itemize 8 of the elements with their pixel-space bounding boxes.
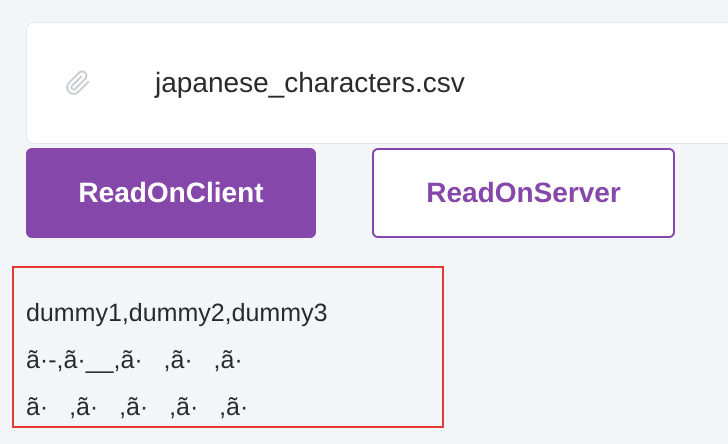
file-name: japanese_characters.csv <box>155 67 465 99</box>
output-line: ã·-,ã·__,ã· ,ã· ,ã· <box>26 345 244 376</box>
output-line: ã· ,ã· ,ã· ,ã· ,ã· <box>26 392 250 423</box>
output-line: dummy1,dummy2,dummy3 <box>26 298 328 329</box>
read-on-server-button[interactable]: ReadOnServer <box>372 148 675 238</box>
paperclip-icon <box>65 68 91 98</box>
read-on-client-button[interactable]: ReadOnClient <box>26 148 316 238</box>
file-input-field[interactable]: japanese_characters.csv <box>26 22 728 144</box>
